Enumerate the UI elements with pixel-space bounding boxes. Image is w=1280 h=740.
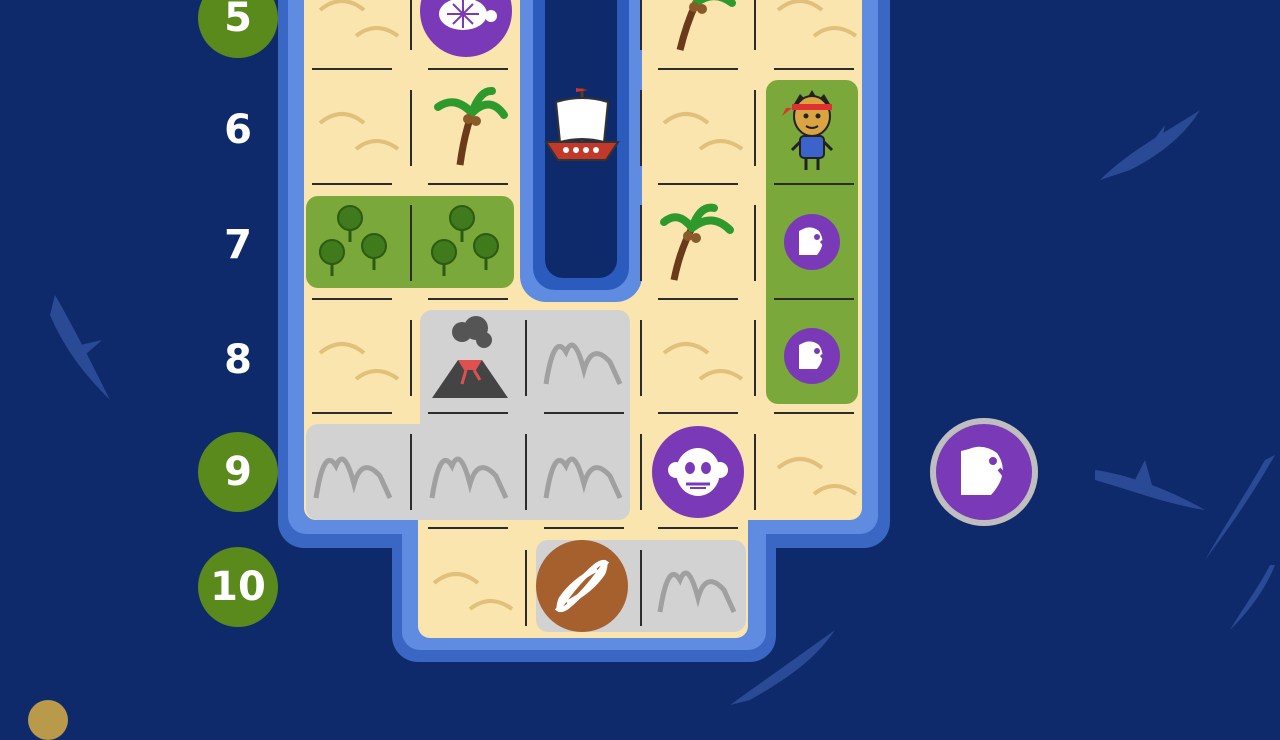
row-label-8: 8 <box>224 337 252 383</box>
grid-line <box>640 550 642 626</box>
grid-line <box>312 68 392 70</box>
shark-icon <box>1205 455 1275 560</box>
grid-line <box>410 434 412 510</box>
dune-icon <box>318 0 400 38</box>
row-label-6: 6 <box>224 107 252 153</box>
grid-line <box>658 527 738 529</box>
grid-line <box>774 298 854 300</box>
dune-icon <box>662 112 744 151</box>
grid-line <box>658 298 738 300</box>
grid-line <box>774 68 854 70</box>
shark-icon <box>1230 565 1275 630</box>
mountain-icon <box>543 456 623 500</box>
mountain-icon <box>657 570 737 614</box>
sailing-ship-icon[interactable] <box>542 84 622 169</box>
mountain-icon <box>543 342 623 386</box>
grid-line <box>754 320 756 396</box>
grid-line <box>312 183 392 185</box>
grid-line <box>640 320 642 396</box>
grid-line <box>774 183 854 185</box>
grid-line <box>410 205 412 281</box>
grid-line <box>410 90 412 166</box>
grid-line <box>774 412 854 414</box>
volcano-icon <box>432 316 508 398</box>
grid-line <box>658 68 738 70</box>
parrot-icon <box>784 328 840 384</box>
grid-line <box>312 298 392 300</box>
monkey-badge[interactable] <box>652 426 744 518</box>
parrot-badge[interactable] <box>784 214 840 270</box>
dune-icon <box>318 342 400 381</box>
dune-icon <box>432 572 514 611</box>
row-label-10: 10 <box>198 547 278 627</box>
grid-line <box>544 527 624 529</box>
grid-line <box>428 412 508 414</box>
row-label-9: 9 <box>198 432 278 512</box>
grid-line <box>640 0 642 50</box>
grid-line <box>754 205 756 281</box>
palm-tree-icon <box>660 203 734 281</box>
dune-icon <box>776 457 858 496</box>
grid-line <box>754 434 756 510</box>
grid-line <box>658 412 738 414</box>
grid-line <box>640 205 642 281</box>
grid-line <box>525 550 527 626</box>
parrot-token-badge[interactable] <box>930 418 1038 526</box>
monkey-icon <box>652 426 744 518</box>
rope-badge[interactable] <box>536 540 628 632</box>
palm-tree-icon <box>676 0 736 51</box>
mountain-icon <box>313 456 393 500</box>
grid-line <box>640 90 642 166</box>
shark-icon <box>50 295 110 400</box>
partial-icon <box>28 700 68 740</box>
grid-line <box>658 183 738 185</box>
parrot-icon <box>961 446 1008 497</box>
shark-icon <box>1095 460 1205 510</box>
grid-line <box>410 0 412 50</box>
dune-icon <box>662 342 744 381</box>
grid-line <box>410 320 412 396</box>
turtle-badge[interactable] <box>420 0 512 57</box>
forest-icon <box>431 205 499 276</box>
grid-line <box>640 434 642 510</box>
row-label-5: 5 <box>198 0 278 58</box>
dune-icon <box>318 112 400 151</box>
explorer-character-icon[interactable] <box>778 86 848 176</box>
grid-line <box>428 68 508 70</box>
parrot-badge[interactable] <box>784 328 840 384</box>
grid-line <box>525 320 527 396</box>
grid-line <box>754 0 756 50</box>
forest-icon <box>319 205 387 276</box>
parrot-icon <box>784 214 840 270</box>
mountain-icon <box>429 456 509 500</box>
rope-knot-icon <box>536 540 628 632</box>
palm-tree-icon <box>434 87 508 166</box>
grid-line <box>428 527 508 529</box>
grid-line <box>428 183 508 185</box>
grid-line <box>525 434 527 510</box>
row-label-7: 7 <box>224 222 252 268</box>
dune-icon <box>776 0 858 38</box>
grid-line <box>312 412 392 414</box>
grid-line <box>428 298 508 300</box>
grid-line <box>544 412 624 414</box>
turtle-icon <box>420 0 512 57</box>
grid-line <box>754 90 756 166</box>
shark-icon <box>1100 110 1200 180</box>
